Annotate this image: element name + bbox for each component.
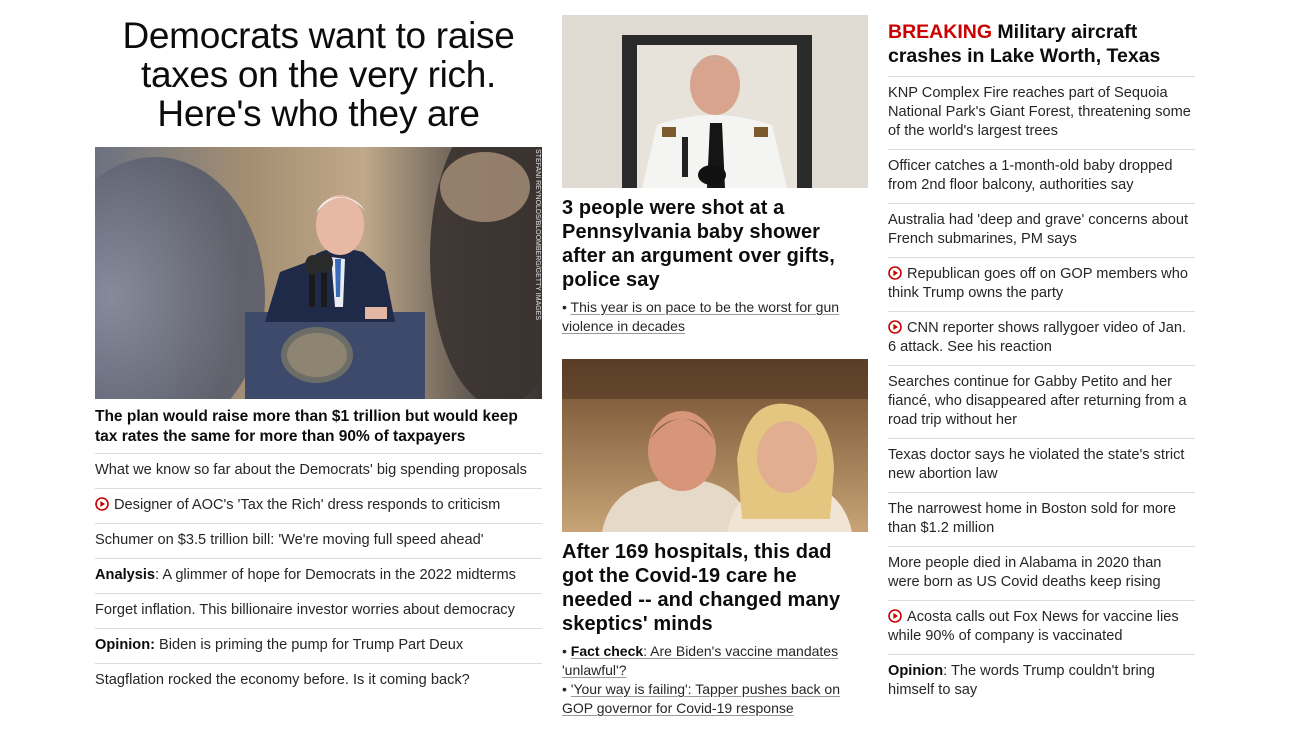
link-text[interactable]: Stagflation rocked the economy before. I… <box>95 672 470 688</box>
secondary-stories-column: 3 people were shot at a Pennsylvania bab… <box>562 0 868 718</box>
bullet-link[interactable]: This year is on pace to be the worst for… <box>562 299 839 334</box>
lead-story-column: Democrats want to raise taxes on the ver… <box>95 0 542 698</box>
list-item[interactable]: Analysis: A glimmer of hope for Democrat… <box>95 558 542 593</box>
link-text[interactable]: Australia had 'deep and grave' concerns … <box>888 212 1188 247</box>
biden-podium-image <box>95 147 542 399</box>
link-text[interactable]: : A glimmer of hope for Democrats in the… <box>155 567 516 583</box>
list-item[interactable]: Designer of AOC's 'Tax the Rich' dress r… <box>95 488 542 523</box>
link-text[interactable]: What we know so far about the Democrats'… <box>95 462 527 478</box>
list-item[interactable]: CNN reporter shows rallygoer video of Ja… <box>888 311 1195 365</box>
breaking-headline[interactable]: BREAKING Military aircraft crashes in La… <box>888 20 1195 68</box>
link-text[interactable]: Biden is priming the pump for Trump Part… <box>155 637 463 653</box>
opinion-label[interactable]: Opinion <box>888 663 943 679</box>
link-text[interactable]: Texas doctor says he violated the state'… <box>888 447 1184 482</box>
link-text[interactable]: Searches continue for Gabby Petito and h… <box>888 374 1187 428</box>
list-item[interactable]: Acosta calls out Fox News for vaccine li… <box>888 600 1195 654</box>
bullet-link[interactable]: Fact check: Are Biden's vaccine mandates… <box>562 643 838 678</box>
analysis-label[interactable]: Analysis <box>95 567 155 583</box>
bullet-item[interactable]: • This year is on pace to be the worst f… <box>562 298 868 336</box>
link-text[interactable]: Schumer on $3.5 trillion bill: 'We're mo… <box>95 532 484 548</box>
bullet-item[interactable]: • 'Your way is failing': Tapper pushes b… <box>562 680 868 718</box>
link-text[interactable]: Republican goes off on GOP members who t… <box>888 266 1188 301</box>
link-text[interactable]: Officer catches a 1-month-old baby dropp… <box>888 158 1172 193</box>
police-chief-image <box>562 15 868 188</box>
bullet-link[interactable]: 'Your way is failing': Tapper pushes bac… <box>562 681 840 716</box>
bullet-item[interactable]: • Fact check: Are Biden's vaccine mandat… <box>562 642 868 680</box>
story2-bullets: • Fact check: Are Biden's vaccine mandat… <box>562 642 868 718</box>
list-item[interactable]: Opinion: The words Trump couldn't bring … <box>888 654 1195 708</box>
story1-headline[interactable]: 3 people were shot at a Pennsylvania bab… <box>562 196 868 292</box>
link-text[interactable]: Acosta calls out Fox News for vaccine li… <box>888 609 1179 644</box>
list-item[interactable]: Stagflation rocked the economy before. I… <box>95 663 542 698</box>
headlines-list: KNP Complex Fire reaches part of Sequoia… <box>888 76 1195 708</box>
list-item[interactable]: More people died in Alabama in 2020 than… <box>888 546 1195 600</box>
link-text[interactable]: The narrowest home in Boston sold for mo… <box>888 501 1176 536</box>
story2-photo[interactable] <box>562 359 868 532</box>
story2-headline[interactable]: After 169 hospitals, this dad got the Co… <box>562 540 868 636</box>
play-icon <box>888 320 902 334</box>
play-icon <box>95 497 109 511</box>
breaking-tag: BREAKING <box>888 21 993 43</box>
list-item[interactable]: KNP Complex Fire reaches part of Sequoia… <box>888 76 1195 149</box>
headlines-column: BREAKING Military aircraft crashes in La… <box>888 0 1195 708</box>
list-item[interactable]: The narrowest home in Boston sold for mo… <box>888 492 1195 546</box>
list-item[interactable]: Officer catches a 1-month-old baby dropp… <box>888 149 1195 203</box>
list-item[interactable]: Forget inflation. This billionaire inves… <box>95 593 542 628</box>
list-item[interactable]: Opinion: Biden is priming the pump for T… <box>95 628 542 663</box>
story1-bullets: • This year is on pace to be the worst f… <box>562 298 868 336</box>
opinion-label[interactable]: Opinion: <box>95 637 155 653</box>
story1-photo[interactable] <box>562 15 868 188</box>
list-item[interactable]: Searches continue for Gabby Petito and h… <box>888 365 1195 438</box>
lead-subheadline[interactable]: The plan would raise more than $1 trilli… <box>95 407 542 447</box>
link-text[interactable]: Designer of AOC's 'Tax the Rich' dress r… <box>114 497 500 513</box>
list-item[interactable]: Schumer on $3.5 trillion bill: 'We're mo… <box>95 523 542 558</box>
play-icon <box>888 609 902 623</box>
link-text[interactable]: Forget inflation. This billionaire inves… <box>95 602 515 618</box>
list-item[interactable]: Texas doctor says he violated the state'… <box>888 438 1195 492</box>
list-item[interactable]: Australia had 'deep and grave' concerns … <box>888 203 1195 257</box>
related-links-list: What we know so far about the Democrats'… <box>95 453 542 698</box>
play-icon <box>888 266 902 280</box>
lead-headline[interactable]: Democrats want to raise taxes on the ver… <box>95 16 542 133</box>
link-text[interactable]: More people died in Alabama in 2020 than… <box>888 555 1161 590</box>
list-item[interactable]: What we know so far about the Democrats'… <box>95 453 542 488</box>
fact-check-label[interactable]: Fact check <box>571 643 643 659</box>
lead-story-photo[interactable]: STEFANI REYNOLDS/BLOOMBERG/GETTY IMAGES <box>95 147 542 399</box>
link-text[interactable]: KNP Complex Fire reaches part of Sequoia… <box>888 85 1191 139</box>
link-text[interactable]: CNN reporter shows rallygoer video of Ja… <box>888 320 1186 355</box>
couple-image <box>562 359 868 532</box>
photo-credit: STEFANI REYNOLDS/BLOOMBERG/GETTY IMAGES <box>534 149 541 321</box>
list-item[interactable]: Republican goes off on GOP members who t… <box>888 257 1195 311</box>
